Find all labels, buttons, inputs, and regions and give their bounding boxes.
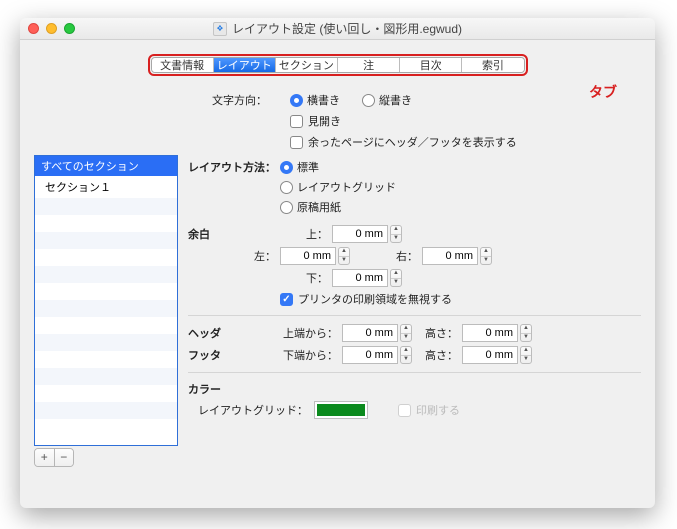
margin-bottom-step[interactable]: ▲▼ <box>390 269 402 287</box>
header-from-label: 上端から： <box>280 325 338 341</box>
footer-from-step[interactable]: ▲▼ <box>400 346 412 364</box>
zoom-icon[interactable] <box>64 23 75 34</box>
check-print-color-label: 印刷する <box>416 402 460 418</box>
radio-grid-label: レイアウトグリッド <box>297 179 396 195</box>
footer-height-label: 高さ： <box>412 347 458 363</box>
add-remove: + − <box>34 448 74 467</box>
margin-bottom-input[interactable] <box>332 269 388 287</box>
margin-right-label: 右： <box>370 248 418 264</box>
tab-index[interactable]: 索引 <box>462 58 523 72</box>
check-applyhf[interactable] <box>290 136 303 149</box>
color-grid-label: レイアウトグリッド： <box>188 402 314 418</box>
layout-method-label: レイアウト方法： <box>188 159 280 175</box>
window-title: ❖ レイアウト設定 (使い回し・図形用.egwud) <box>213 20 462 37</box>
radio-vertical-label: 縦書き <box>379 92 412 108</box>
check-spread-label: 見開き <box>308 113 341 129</box>
tab-bar-outline: 文書情報 レイアウト セクション 注 目次 索引 <box>148 54 528 76</box>
separator-2 <box>188 372 641 373</box>
footer-height-step[interactable]: ▲▼ <box>520 346 532 364</box>
check-applyhf-label: 余ったページにヘッダ／フッタを表示する <box>308 134 517 150</box>
traffic-lights <box>28 23 75 34</box>
header-height-label: 高さ： <box>412 325 458 341</box>
tab-docinfo[interactable]: 文書情報 <box>152 58 214 72</box>
list-item[interactable]: セクション１ <box>35 176 177 198</box>
margin-top-input[interactable] <box>332 225 388 243</box>
margin-bottom-label: 下： <box>280 270 328 286</box>
margin-left-label: 左： <box>228 248 276 264</box>
doc-proxy-icon: ❖ <box>213 22 227 36</box>
section-list-header[interactable]: すべてのセクション <box>35 156 177 176</box>
close-icon[interactable] <box>28 23 39 34</box>
check-print-color <box>398 404 411 417</box>
print-color-group: 印刷する <box>398 402 460 418</box>
section-panel: すべてのセクション セクション１ + − <box>34 155 178 467</box>
minimize-icon[interactable] <box>46 23 57 34</box>
settings-area: レイアウト方法： 標準 レイアウトグリッド 原稿用紙 余白 上： ▲▼ <box>188 155 641 467</box>
color-label: カラー <box>188 381 280 397</box>
radio-horizontal-label: 横書き <box>307 92 340 108</box>
section-list[interactable]: すべてのセクション セクション１ <box>34 155 178 446</box>
header-height-input[interactable] <box>462 324 518 342</box>
color-well[interactable] <box>314 401 368 419</box>
direction-label: 文字方向： <box>212 92 290 108</box>
window-body: 文書情報 レイアウト セクション 注 目次 索引 タブ 文字方向： 横書き 縦書… <box>20 40 655 506</box>
margin-top-step[interactable]: ▲▼ <box>390 225 402 243</box>
tab-section[interactable]: セクション <box>276 58 338 72</box>
annotation-tab: タブ <box>589 82 617 102</box>
check-ignore-printer[interactable] <box>280 293 293 306</box>
footer-from-label: 下端から： <box>280 347 338 363</box>
top-options: 文字方向： 横書き 縦書き 見開き 余ったページにヘッダ／フッタを表示する <box>212 92 641 150</box>
radio-grid[interactable] <box>280 181 293 194</box>
margin-left-input[interactable] <box>280 247 336 265</box>
tab-toc[interactable]: 目次 <box>400 58 462 72</box>
window: ❖ レイアウト設定 (使い回し・図形用.egwud) 文書情報 レイアウト セク… <box>20 18 655 508</box>
list-empty-rows <box>35 198 177 436</box>
radio-vertical[interactable] <box>362 94 375 107</box>
radio-horizontal[interactable] <box>290 94 303 107</box>
separator <box>188 315 641 316</box>
check-ignore-printer-label: プリンタの印刷領域を無視する <box>298 291 452 307</box>
tab-notes[interactable]: 注 <box>338 58 400 72</box>
titlebar: ❖ レイアウト設定 (使い回し・図形用.egwud) <box>20 18 655 40</box>
radio-manuscript-label: 原稿用紙 <box>297 199 341 215</box>
remove-button[interactable]: − <box>55 449 74 466</box>
margin-left-step[interactable]: ▲▼ <box>338 247 350 265</box>
add-button[interactable]: + <box>35 449 55 466</box>
radio-standard-label: 標準 <box>297 159 319 175</box>
margin-top-label: 上： <box>280 226 328 242</box>
radio-manuscript[interactable] <box>280 201 293 214</box>
header-from-step[interactable]: ▲▼ <box>400 324 412 342</box>
header-label: ヘッダ <box>188 325 280 341</box>
footer-label: フッタ <box>188 347 280 363</box>
tab-layout[interactable]: レイアウト <box>214 58 276 72</box>
radio-standard[interactable] <box>280 161 293 174</box>
margin-right-step[interactable]: ▲▼ <box>480 247 492 265</box>
footer-height-input[interactable] <box>462 346 518 364</box>
header-from-input[interactable] <box>342 324 398 342</box>
check-spread[interactable] <box>290 115 303 128</box>
margin-right-input[interactable] <box>422 247 478 265</box>
tab-bar: 文書情報 レイアウト セクション 注 目次 索引 <box>151 57 525 73</box>
footer-from-input[interactable] <box>342 346 398 364</box>
header-height-step[interactable]: ▲▼ <box>520 324 532 342</box>
margin-label: 余白 <box>188 226 280 242</box>
